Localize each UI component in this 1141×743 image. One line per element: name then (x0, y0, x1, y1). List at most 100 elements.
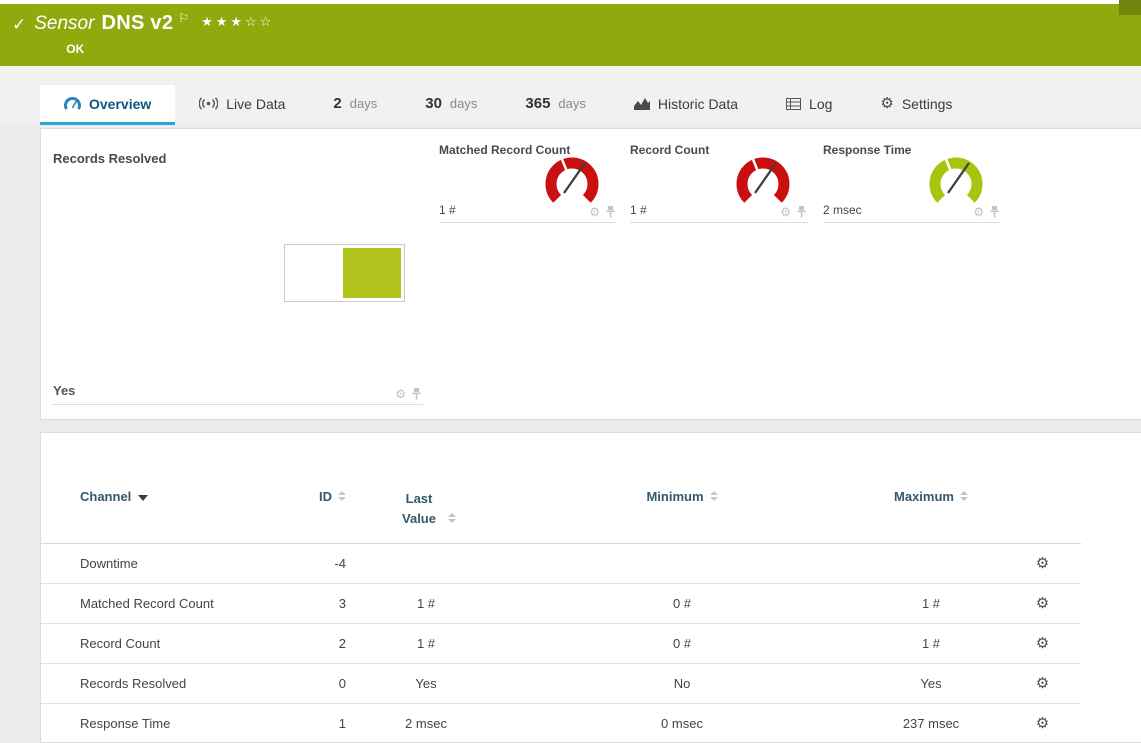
ok-check-icon: ✓ (12, 15, 26, 35)
records-resolved-value: Yes (53, 383, 75, 398)
sort-icon (338, 491, 346, 501)
page-content: Records Resolved Yes ⚙ Matched Record Co… (0, 125, 1141, 743)
gauge-value: 1 # (439, 203, 456, 217)
settings-gear-icon[interactable]: ⚙ (780, 206, 791, 218)
tab-2-days[interactable]: 2 days (309, 85, 401, 125)
gauge-arc (921, 151, 991, 211)
channel-last-value (346, 544, 506, 584)
channel-minimum (506, 544, 858, 584)
channel-maximum: Yes (858, 664, 1004, 704)
channel-last-value: Yes (346, 664, 506, 704)
records-resolved-chart (284, 244, 405, 302)
col-header-channel[interactable]: Channel (41, 489, 271, 544)
flag-icon[interactable]: ⚐ (178, 11, 189, 25)
sort-icon (448, 513, 456, 523)
table-header-row: Channel ID Last Value Minimum Maximum (41, 489, 1081, 544)
gauge-response-time: Response Time 2 msec ⚙ (823, 143, 1001, 223)
col-label: Maximum (894, 489, 954, 504)
sort-icon (710, 491, 718, 501)
tab-label: Overview (89, 96, 151, 112)
tab-overview[interactable]: Overview (40, 85, 175, 125)
tab-unit: days (350, 96, 377, 111)
col-label: Minimum (646, 489, 703, 504)
tab-30-days[interactable]: 30 days (401, 85, 501, 125)
channel-settings-gear-icon[interactable]: ⚙ (1036, 594, 1049, 612)
tab-settings[interactable]: ⚙ Settings (856, 85, 976, 125)
records-resolved-fill (343, 248, 401, 298)
tab-bar: Overview Live Data 2 days 30 days 365 da… (0, 66, 1141, 125)
channel-maximum: 1 # (858, 584, 1004, 624)
tab-log[interactable]: Log (762, 85, 856, 125)
gauge-arc (728, 151, 798, 211)
tab-365-days[interactable]: 365 days (501, 85, 610, 125)
tab-label: Log (809, 96, 832, 112)
pin-icon[interactable] (797, 206, 806, 218)
pin-icon[interactable] (990, 206, 999, 218)
settings-gear-icon[interactable]: ⚙ (589, 206, 600, 218)
records-resolved-block: Records Resolved Yes ⚙ (53, 151, 423, 405)
col-header-minimum[interactable]: Minimum (506, 489, 858, 544)
channel-row[interactable]: Records Resolved 0 Yes No Yes ⚙ (41, 664, 1081, 704)
channel-minimum: 0 msec (506, 704, 858, 743)
gear-icon: ⚙ (880, 96, 893, 111)
channel-row[interactable]: Matched Record Count 3 1 # 0 # 1 # ⚙ (41, 584, 1081, 624)
gauge-value: 2 msec (823, 203, 862, 217)
col-header-maximum[interactable]: Maximum (858, 489, 1004, 544)
gauge-actions: ⚙ (973, 206, 999, 218)
live-signal-icon (199, 97, 218, 110)
channel-name: Records Resolved (41, 664, 271, 704)
overview-panel: Records Resolved Yes ⚙ Matched Record Co… (40, 128, 1141, 420)
channel-actions-cell: ⚙ (1004, 664, 1081, 704)
header-corner-accent (1119, 0, 1141, 15)
gauge-actions: ⚙ (589, 206, 615, 218)
channel-id: 0 (271, 664, 346, 704)
channel-last-value: 1 # (346, 624, 506, 664)
channel-row[interactable]: Record Count 2 1 # 0 # 1 # ⚙ (41, 624, 1081, 664)
settings-gear-icon[interactable]: ⚙ (973, 206, 984, 218)
sort-caret-icon (138, 495, 148, 501)
pin-icon[interactable] (412, 388, 421, 400)
col-header-last-value[interactable]: Last Value (346, 489, 506, 544)
sort-icon (960, 491, 968, 501)
chart-icon (634, 97, 650, 110)
page-title: DNS v2 (101, 12, 173, 35)
channel-row[interactable]: Response Time 1 2 msec 0 msec 237 msec ⚙ (41, 704, 1081, 743)
tab-number: 365 (525, 95, 550, 112)
col-label: Channel (80, 489, 131, 504)
channel-name: Response Time (41, 704, 271, 743)
channel-name: Matched Record Count (41, 584, 271, 624)
channel-minimum: 0 # (506, 584, 858, 624)
col-label: ID (319, 489, 332, 504)
tab-unit: days (450, 96, 477, 111)
channel-last-value: 1 # (346, 584, 506, 624)
channel-settings-gear-icon[interactable]: ⚙ (1036, 554, 1049, 572)
tab-number: 2 (333, 95, 341, 112)
channel-id: 3 (271, 584, 346, 624)
channel-settings-gear-icon[interactable]: ⚙ (1036, 674, 1049, 692)
gauge-icon (64, 97, 81, 110)
gauge-actions: ⚙ (780, 206, 806, 218)
col-header-actions (1004, 489, 1081, 544)
channel-id: -4 (271, 544, 346, 584)
pin-icon[interactable] (606, 206, 615, 218)
channel-actions-cell: ⚙ (1004, 704, 1081, 743)
records-resolved-title: Records Resolved (53, 151, 423, 166)
settings-gear-icon[interactable]: ⚙ (395, 388, 406, 400)
sensor-kind-label: Sensor (34, 13, 94, 35)
channel-last-value: 2 msec (346, 704, 506, 743)
channel-settings-gear-icon[interactable]: ⚙ (1036, 634, 1049, 652)
col-header-id[interactable]: ID (271, 489, 346, 544)
channel-actions-cell: ⚙ (1004, 624, 1081, 664)
sensor-header: ✓ Sensor DNS v2 ⚐ ★★★☆☆ OK (0, 4, 1141, 66)
channel-actions-cell: ⚙ (1004, 584, 1081, 624)
tab-historic-data[interactable]: Historic Data (610, 85, 762, 125)
tab-label: Live Data (226, 96, 285, 112)
channel-row[interactable]: Downtime -4 ⚙ (41, 544, 1081, 584)
priority-stars[interactable]: ★★★☆☆ (201, 15, 274, 30)
gauge-matched-record-count: Matched Record Count 1 # ⚙ (439, 143, 617, 223)
tab-live-data[interactable]: Live Data (175, 85, 309, 125)
channel-settings-gear-icon[interactable]: ⚙ (1036, 714, 1049, 732)
tab-label: Settings (902, 96, 953, 112)
channel-maximum (858, 544, 1004, 584)
channel-minimum: No (506, 664, 858, 704)
